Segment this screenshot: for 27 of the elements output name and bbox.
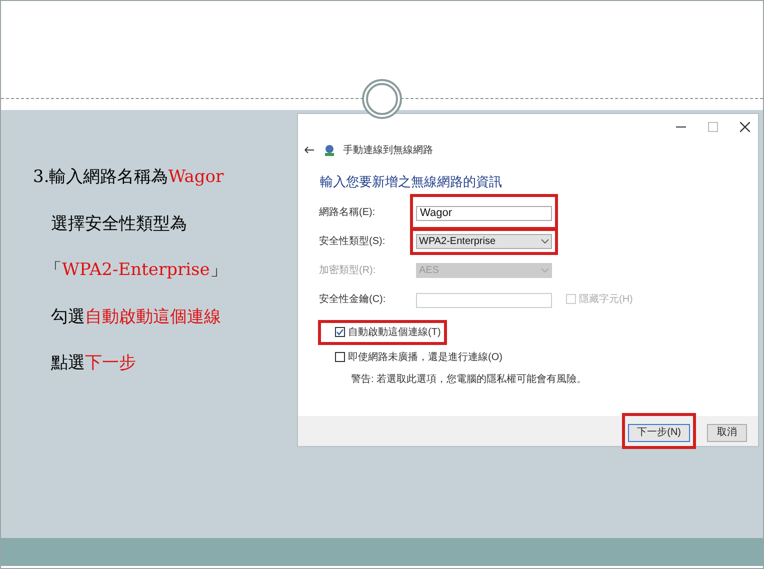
checkbox-label: 即使網路未廣播，還是進行連線(O) [348,350,502,364]
back-arrow-icon[interactable] [304,146,314,154]
field-label: 安全性金鑰(C): [319,292,387,306]
instruction-text: 3.輸入網路名稱為Wagor [33,166,225,189]
field-label: 安全性類型(S): [319,234,386,248]
instruction-text: 「WPA2-Enterprise」 [44,259,228,282]
dialog-button[interactable]: 取消 [707,424,747,442]
caret-icon [541,268,549,272]
dropdown[interactable]: WPA2-Enterprise [416,234,552,248]
instruction-text: 選擇安全性類型為 [50,212,188,236]
instruction-text: 點選下一步 [50,352,137,375]
checkbox-label: 隱藏字元(H) [579,292,633,306]
network-icon [323,144,336,156]
input-field[interactable]: Wagor [416,206,552,221]
input-field[interactable] [416,292,552,308]
field-label: 網路名稱(E): [319,206,376,220]
checkbox[interactable] [335,352,345,362]
caret-icon [541,238,549,244]
checkbox[interactable] [335,327,345,337]
warning-text: 警告: 若選取此選項，您電腦的隱私權可能會有風險。 [350,372,587,386]
checkbox-label: 自動啟動這個連線(T) [348,326,441,340]
window-title: 手動連線到無線網路 [343,144,433,158]
instruction-text: 勾選自動啟動這個連線 [50,306,222,328]
dialog-heading: 輸入您要新增之無線網路的資訊 [319,173,503,191]
field-label: 加密類型(R): [319,264,377,278]
close-icon[interactable] [740,122,750,132]
dialog-button[interactable]: 下一步(N) [628,424,690,442]
